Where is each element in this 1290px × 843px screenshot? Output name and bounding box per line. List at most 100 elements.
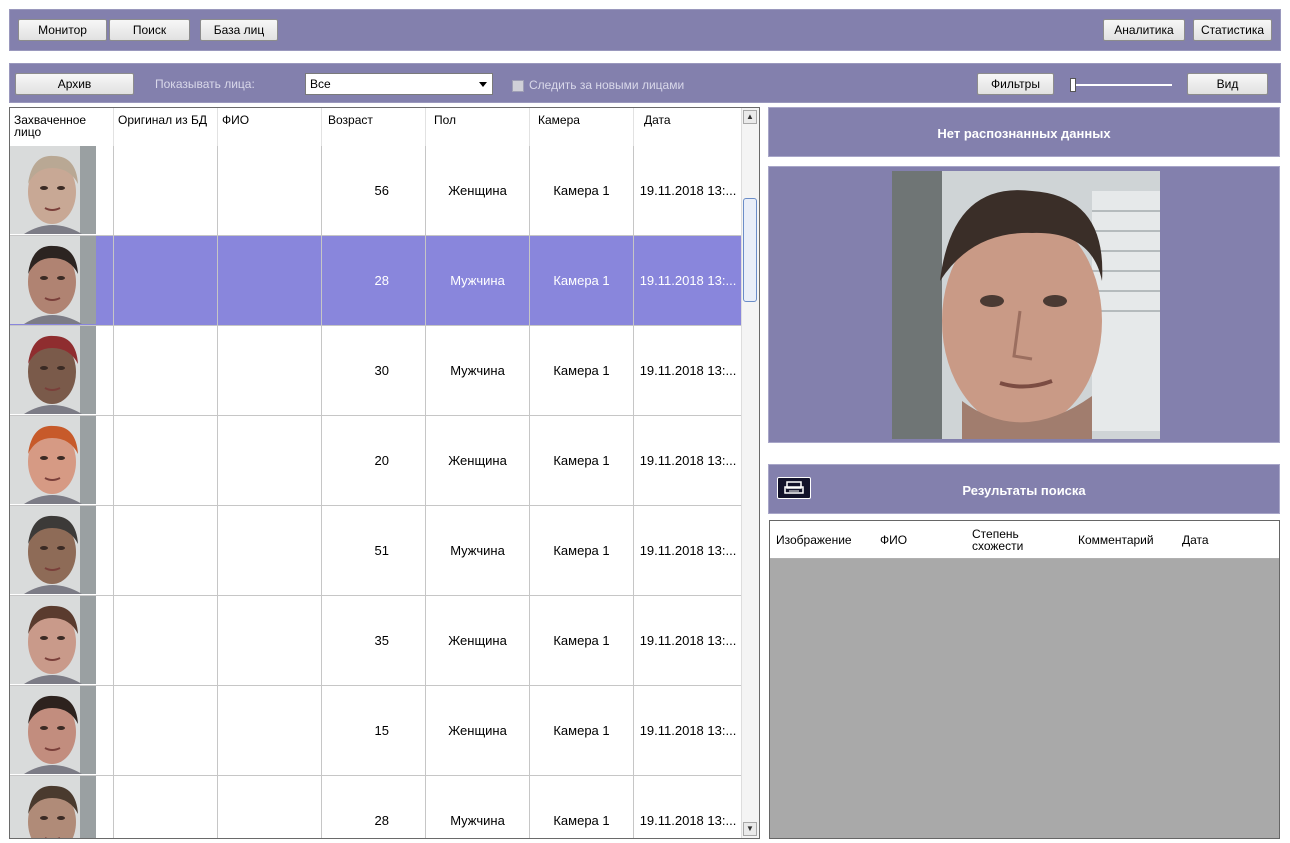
name-cell — [218, 776, 322, 838]
archive-button[interactable]: Архив — [15, 73, 134, 95]
name-cell — [218, 146, 322, 236]
search-button[interactable]: Поиск — [109, 19, 190, 41]
age-cell: 30 — [322, 326, 426, 416]
date-cell: 19.11.2018 13:... — [634, 236, 743, 326]
captured-face-image — [10, 416, 96, 504]
name-cell — [218, 236, 322, 326]
gender-cell: Мужчина — [426, 326, 530, 416]
gender-cell: Женщина — [426, 146, 530, 236]
table-row[interactable]: 51 Мужчина Камера 1 19.11.2018 13:... — [10, 506, 743, 596]
date-cell: 19.11.2018 13:... — [634, 506, 743, 596]
gender-cell: Женщина — [426, 596, 530, 686]
scroll-thumb[interactable] — [743, 198, 757, 302]
age-cell: 20 — [322, 416, 426, 506]
table-row[interactable]: 35 Женщина Камера 1 19.11.2018 13:... — [10, 596, 743, 686]
original-cell — [114, 416, 218, 506]
show-faces-select[interactable]: Все — [305, 73, 493, 95]
camera-cell: Камера 1 — [530, 686, 634, 776]
age-cell: 15 — [322, 686, 426, 776]
results-table-header: Изображение ФИО Степень схожести Коммент… — [770, 521, 1279, 559]
faces-table-header: Захваченное лицо Оригинал из БД ФИО Возр… — [10, 108, 743, 147]
results-title-panel: Результаты поиска — [768, 464, 1280, 514]
rcol-comment[interactable]: Комментарий — [1072, 521, 1176, 558]
col-age[interactable]: Возраст — [322, 108, 426, 146]
col-name[interactable]: ФИО — [218, 108, 322, 146]
slider-thumb[interactable] — [1070, 78, 1076, 92]
rcol-name[interactable]: ФИО — [874, 521, 972, 558]
original-cell — [114, 596, 218, 686]
original-cell — [114, 686, 218, 776]
age-cell: 28 — [322, 776, 426, 838]
age-cell: 28 — [322, 236, 426, 326]
name-cell — [218, 416, 322, 506]
name-cell — [218, 326, 322, 416]
captured-face-cell — [10, 326, 114, 416]
recognition-image-panel — [768, 166, 1280, 443]
captured-face-cell — [10, 596, 114, 686]
date-cell: 19.11.2018 13:... — [634, 416, 743, 506]
rcol-similarity[interactable]: Степень схожести — [972, 521, 1072, 558]
scroll-down-icon[interactable]: ▼ — [743, 822, 757, 836]
analytics-button[interactable]: Аналитика — [1103, 19, 1185, 41]
scroll-up-icon[interactable]: ▲ — [743, 110, 757, 124]
original-cell — [114, 146, 218, 236]
rcol-image[interactable]: Изображение — [770, 521, 874, 558]
monitor-button[interactable]: Монитор — [18, 19, 107, 41]
age-cell: 35 — [322, 596, 426, 686]
gender-cell: Женщина — [426, 686, 530, 776]
camera-cell: Камера 1 — [530, 146, 634, 236]
name-cell — [218, 596, 322, 686]
date-cell: 19.11.2018 13:... — [634, 596, 743, 686]
rcol-date[interactable]: Дата — [1176, 521, 1279, 558]
face-db-button[interactable]: База лиц — [200, 19, 278, 41]
original-cell — [114, 236, 218, 326]
gender-cell: Мужчина — [426, 506, 530, 596]
date-cell: 19.11.2018 13:... — [634, 776, 743, 838]
show-faces-value: Все — [310, 77, 331, 91]
table-scrollbar[interactable]: ▲ ▼ — [741, 108, 759, 838]
table-row[interactable]: 20 Женщина Камера 1 19.11.2018 13:... — [10, 416, 743, 506]
age-cell: 51 — [322, 506, 426, 596]
col-date[interactable]: Дата — [634, 108, 743, 146]
statistics-button[interactable]: Статистика — [1193, 19, 1272, 41]
top-toolbar: Монитор Поиск База лиц Аналитика Статист… — [9, 9, 1281, 51]
zoom-slider[interactable] — [1068, 76, 1176, 94]
show-faces-label: Показывать лица: — [155, 77, 255, 91]
col-captured-face[interactable]: Захваченное лицо — [10, 108, 114, 146]
faces-table: Захваченное лицо Оригинал из БД ФИО Возр… — [9, 107, 760, 839]
view-button[interactable]: Вид — [1187, 73, 1268, 95]
recognition-title: Нет распознанных данных — [937, 126, 1111, 141]
captured-face-cell — [10, 506, 114, 596]
follow-new-faces-label: Следить за новыми лицами — [529, 78, 685, 92]
table-row[interactable]: 30 Мужчина Камера 1 19.11.2018 13:... — [10, 326, 743, 416]
captured-face-image — [10, 146, 96, 234]
col-camera[interactable]: Камера — [530, 108, 634, 146]
table-row[interactable]: 15 Женщина Камера 1 19.11.2018 13:... — [10, 686, 743, 776]
results-title: Результаты поиска — [962, 483, 1086, 498]
table-row[interactable]: 56 Женщина Камера 1 19.11.2018 13:... — [10, 146, 743, 236]
slider-track — [1072, 84, 1172, 86]
age-cell: 56 — [322, 146, 426, 236]
follow-new-faces-checkbox[interactable] — [512, 80, 524, 92]
filters-button[interactable]: Фильтры — [977, 73, 1054, 95]
camera-cell: Камера 1 — [530, 596, 634, 686]
recognized-face-image — [892, 171, 1160, 439]
captured-face-cell — [10, 146, 114, 236]
recognition-title-panel: Нет распознанных данных — [768, 107, 1280, 157]
gender-cell: Мужчина — [426, 776, 530, 838]
captured-face-image — [10, 326, 96, 414]
camera-cell: Камера 1 — [530, 236, 634, 326]
face-search-app: Монитор Поиск База лиц Аналитика Статист… — [0, 0, 1290, 843]
name-cell — [218, 686, 322, 776]
name-cell — [218, 506, 322, 596]
table-row[interactable]: 28 Мужчина Камера 1 19.11.2018 13:... — [10, 236, 743, 326]
captured-face-cell — [10, 776, 114, 838]
captured-face-image — [10, 506, 96, 594]
captured-face-image — [10, 686, 96, 774]
date-cell: 19.11.2018 13:... — [634, 326, 743, 416]
camera-cell: Камера 1 — [530, 776, 634, 838]
table-row[interactable]: 28 Мужчина Камера 1 19.11.2018 13:... — [10, 776, 743, 838]
col-original[interactable]: Оригинал из БД — [114, 108, 218, 146]
col-gender[interactable]: Пол — [426, 108, 530, 146]
date-cell: 19.11.2018 13:... — [634, 686, 743, 776]
